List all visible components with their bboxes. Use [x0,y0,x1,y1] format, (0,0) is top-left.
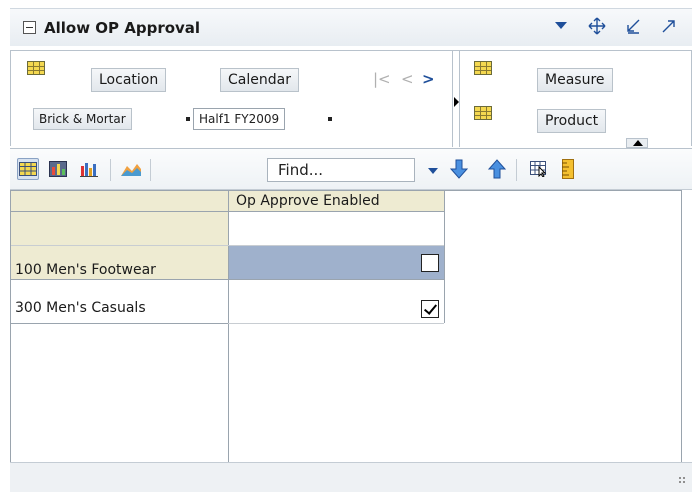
find-dropdown-icon[interactable] [428,168,438,174]
bar-chart-icon[interactable] [78,158,100,180]
previous-page-icon[interactable]: < [401,70,414,88]
minimize-icon[interactable] [624,17,642,35]
grid-line [681,190,682,462]
select-cells-icon[interactable] [528,158,550,180]
row-label-casuals: 300 Men's Casuals [15,300,146,316]
grid-line [11,323,228,324]
column-dimension-area: Measure Product [459,51,691,147]
toolbar-separator [150,159,151,181]
ruler-icon[interactable] [557,158,579,180]
product-dimension-button[interactable]: Product [537,109,607,133]
product-grid-icon[interactable] [474,106,492,120]
location-selector[interactable]: Brick & Mortar [33,108,132,130]
find-next-icon[interactable] [448,158,470,180]
scroll-up-icon[interactable] [626,138,648,148]
data-table: Op Approve Enabled 100 Men's Footwear 30… [10,190,692,462]
corner-cell [11,190,228,211]
maximize-icon[interactable] [660,17,678,35]
calendar-selector[interactable]: Half1 FY2009 [193,108,286,130]
op-approve-checkbox-footwear[interactable] [421,254,439,272]
status-bar [10,462,692,492]
grid-line [228,190,229,462]
chart-table-icon[interactable] [47,158,69,180]
column-header-label: Op Approve Enabled [236,193,380,209]
grid-line [444,190,445,323]
row-grid-icon[interactable] [27,61,45,75]
measure-dimension-button[interactable]: Measure [537,68,613,92]
pivot-header: Location Calendar |< < > Brick & Mortar … [10,50,692,147]
selected-cell[interactable] [229,246,444,279]
table-view-icon[interactable] [17,158,39,180]
collapse-icon[interactable] [23,21,36,34]
calendar-dimension-button[interactable]: Calendar [220,68,299,92]
dropdown-icon[interactable] [552,17,570,35]
grid-line [11,211,444,212]
row-label-footwear: 100 Men's Footwear [15,262,156,278]
find-input[interactable]: Find... [267,158,415,182]
resize-grip-icon[interactable] [678,476,686,484]
op-approve-checkbox-casuals[interactable] [421,300,439,318]
next-page-icon[interactable]: > [422,70,435,88]
panel-title: Allow OP Approval [44,18,201,37]
measure-grid-icon[interactable] [474,61,492,75]
find-previous-icon[interactable] [486,158,508,180]
title-actions [552,17,678,35]
toolbar-separator [516,159,517,181]
grid-line [11,190,681,191]
grid-line [11,245,444,246]
grid-line [11,279,444,280]
location-dimension-button[interactable]: Location [91,68,167,92]
selector-marker [186,117,190,121]
view-toolbar: Find... [10,148,692,190]
row-dimension-area: Location Calendar |< < > Brick & Mortar … [11,51,453,147]
move-icon[interactable] [588,17,606,35]
panel-titlebar: Allow OP Approval [10,8,692,46]
toolbar-separator [110,159,111,181]
first-page-icon[interactable]: |< [373,70,391,88]
selector-marker [328,117,332,121]
area-chart-icon[interactable] [120,158,142,180]
